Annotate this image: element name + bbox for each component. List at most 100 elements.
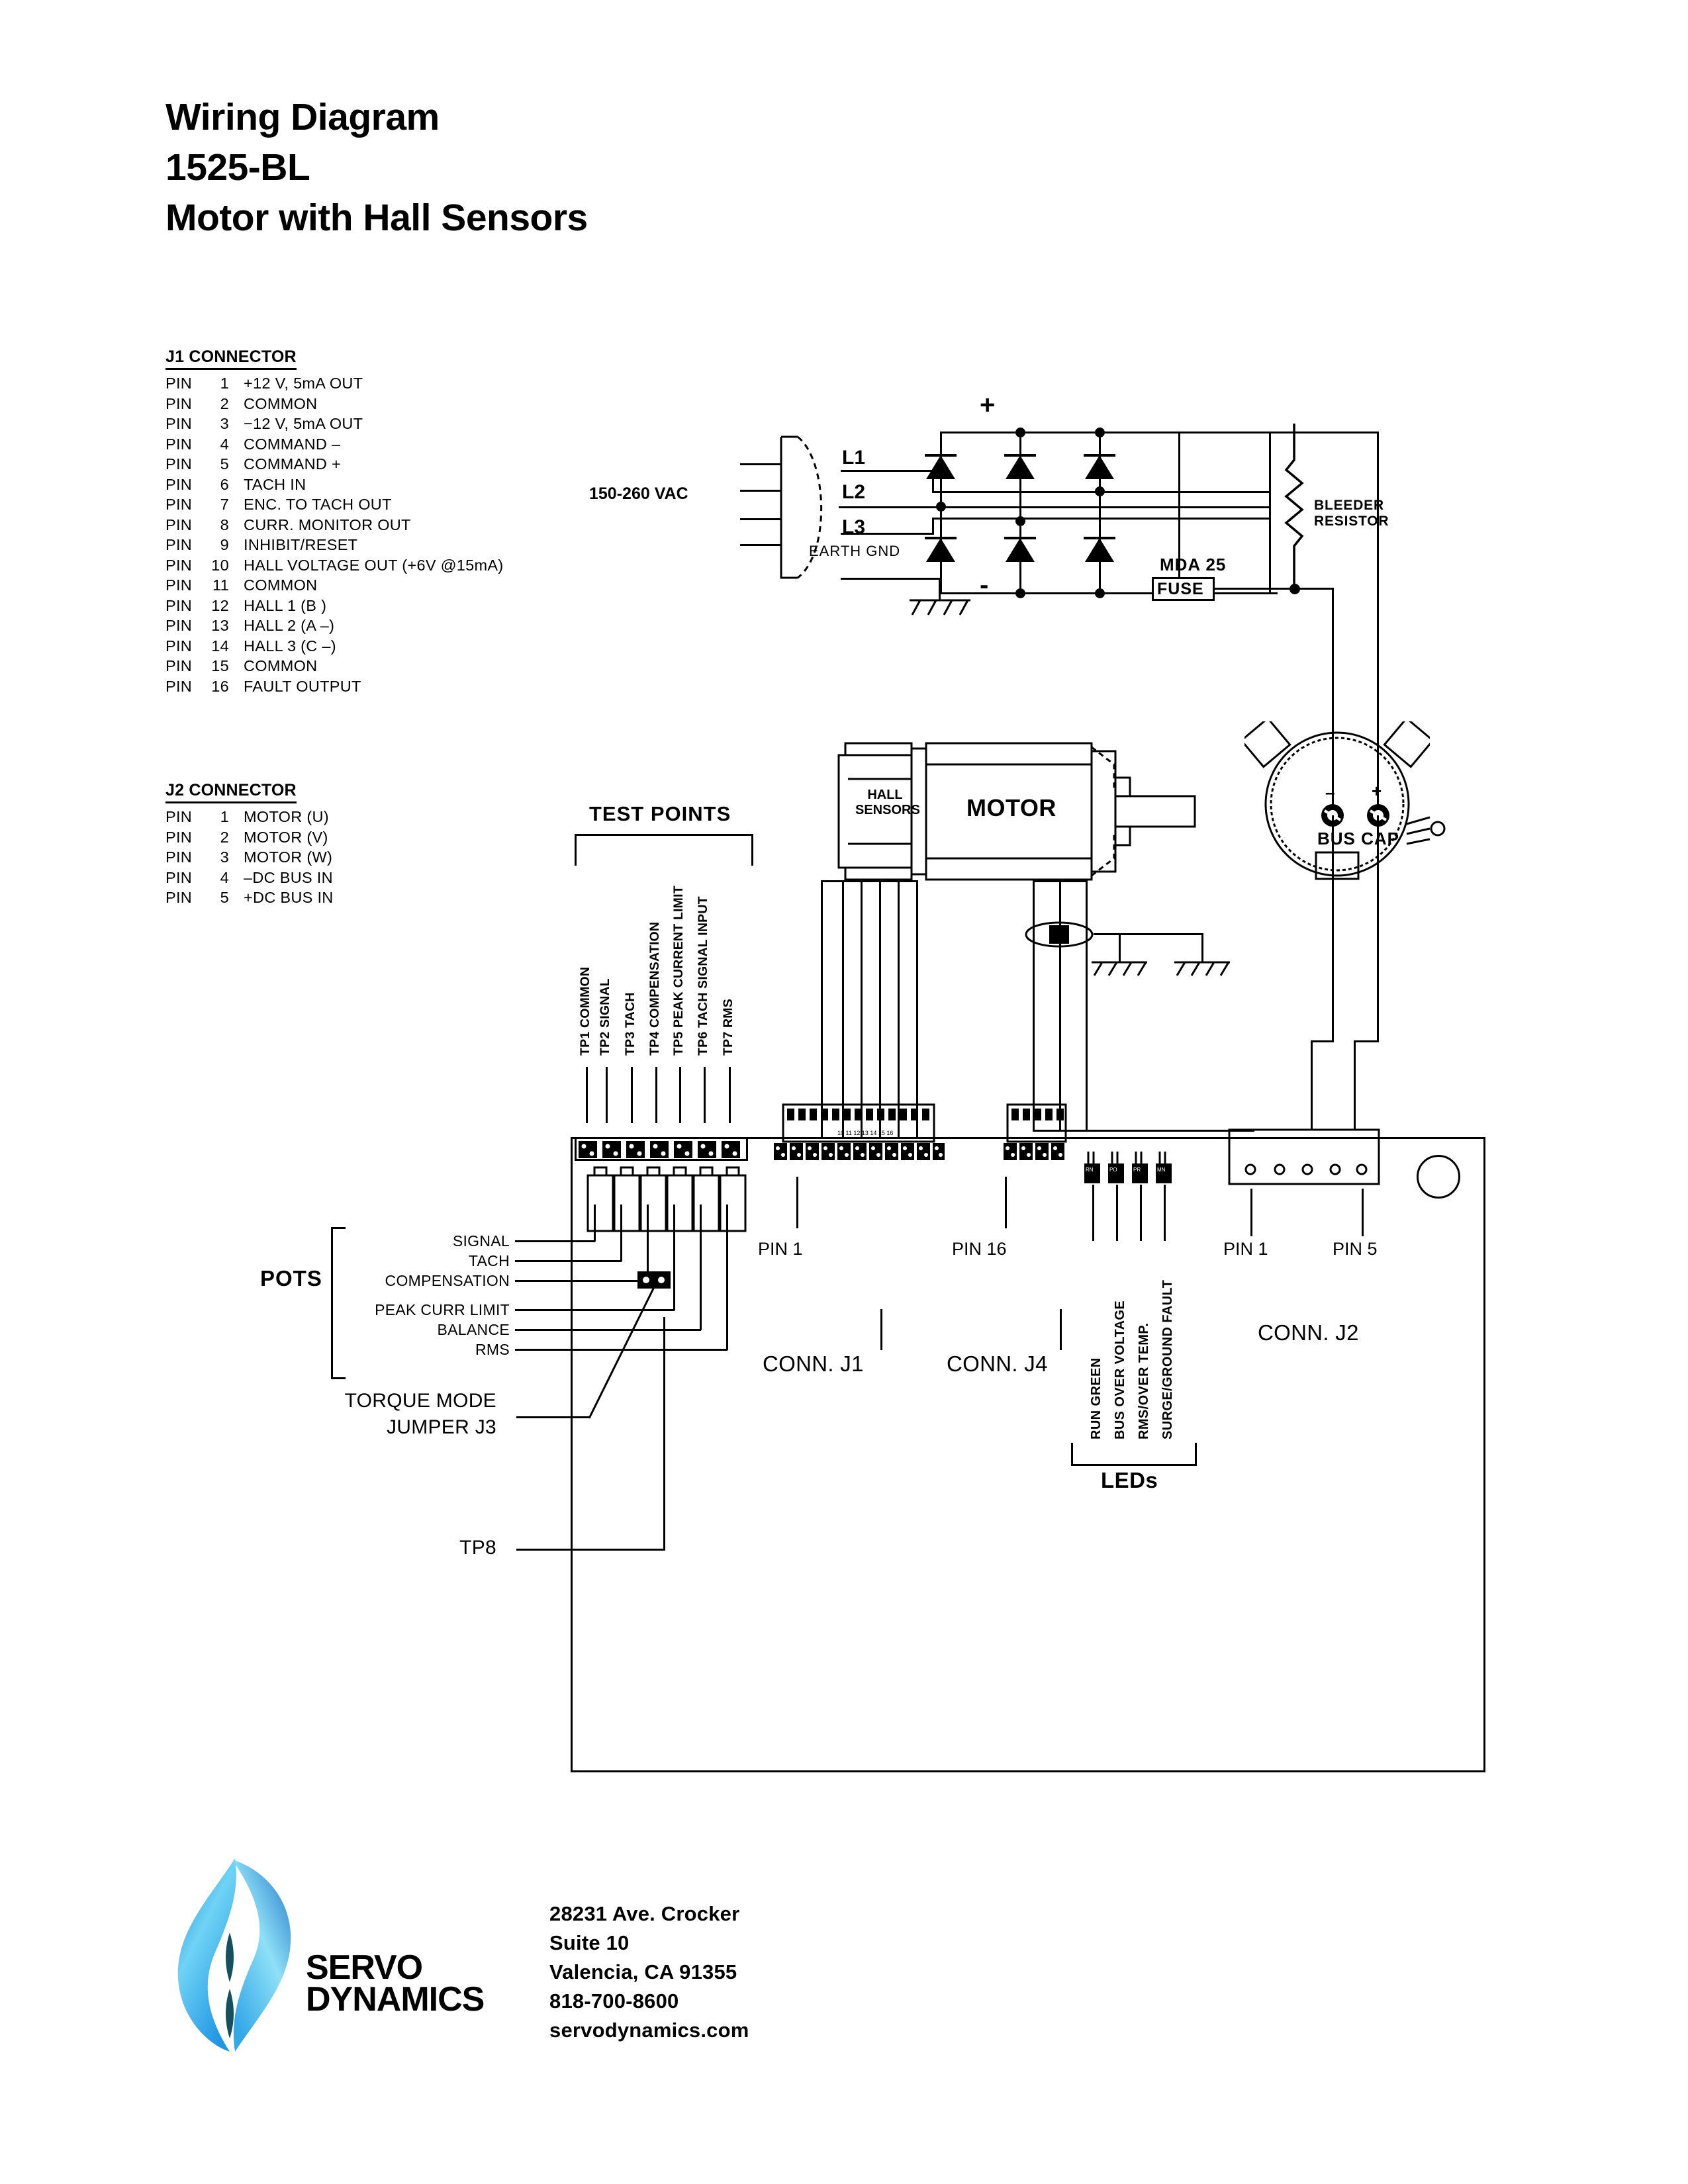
j1-row: PIN 3 −12 V, 5mA OUT (165, 414, 504, 434)
phone-number: 818-700-8600 (549, 1989, 679, 2013)
ground-symbol-2 (1174, 961, 1230, 976)
motor-power-lead-1 (1033, 880, 1035, 1105)
j1-pin-desc: COMMON (244, 657, 318, 674)
tp4-id: TP4 (647, 1031, 662, 1056)
conn-j1-pin16-leader (1005, 1177, 1007, 1228)
j1-bundle-drop-e (898, 1105, 900, 1138)
bus-cap-wire-plus (1377, 815, 1379, 1040)
pots-heading: POTS (260, 1266, 322, 1291)
j1-pin-desc: COMMAND – (244, 435, 341, 453)
hall-label-line2: SENSORS (855, 803, 920, 817)
bus-wire-right (1294, 588, 1334, 590)
conn-j2-pin5-label: PIN 5 (1333, 1239, 1378, 1259)
j1-pin-number: 2 (220, 394, 229, 412)
dc-minus-label: - (980, 570, 989, 600)
j1-row: PIN 9 INHIBIT/RESET (165, 535, 504, 555)
j2-pin-number: 4 (220, 868, 229, 886)
tp2-label: TP2 SIGNAL (598, 978, 613, 1056)
j1-pin-desc: ENC. TO TACH OUT (244, 496, 392, 513)
tp1-lead (586, 1067, 588, 1123)
motor-hall-lead-a (821, 880, 823, 1105)
tp5-lead (679, 1067, 681, 1123)
j1-row: PIN 13 HALL 2 (A –) (165, 615, 504, 636)
j2-pin-word: PIN (165, 828, 193, 846)
pots-bracket-bottom (331, 1377, 346, 1379)
tp2-id: TP2 (598, 1031, 612, 1056)
bleeder-resistor-symbol (1284, 424, 1304, 589)
j1-pin-rows: PIN 1 +12 V, 5mA OUT PIN 2 COMMON PIN 3 −12 V, 5… (165, 373, 504, 696)
j1-pin-word: PIN (165, 435, 193, 453)
conn-j2-pin1-leader (1250, 1189, 1252, 1236)
line-label-l3: L3 (842, 516, 866, 538)
motor-power-lead-3 (1086, 880, 1088, 1105)
leds-heading: LEDs (1101, 1468, 1158, 1492)
hall-label-line1: HALL (867, 788, 903, 802)
l3-wire-c (932, 518, 1270, 520)
tp3-id: TP3 (623, 1031, 637, 1056)
j1-pin-word: PIN (165, 617, 193, 634)
bus-neg-route-h (1311, 1040, 1334, 1042)
j2-connector-list: J2 CONNECTOR PIN 1 MOTOR (U) PIN 2 MOTOR (V) P… (165, 781, 334, 908)
j2-pin-desc: MOTOR (U) (244, 808, 329, 825)
j1-pin-number: 5 (220, 455, 229, 473)
j2-pin-word: PIN (165, 889, 193, 906)
j2-pin-rows: PIN 1 MOTOR (U) PIN 2 MOTOR (V) PIN 3 MOTOR (W) P… (165, 807, 334, 908)
j2-pin-word: PIN (165, 808, 193, 825)
ac-lead-4 (740, 544, 781, 546)
j2-pin-number: 3 (220, 848, 229, 866)
led-label-rms-over-temp: RMS/OVER TEMP. (1137, 1322, 1151, 1439)
tp1-label: TP1 COMMON (578, 967, 593, 1056)
torque-mode-leader-diag (588, 1287, 655, 1419)
pots-bracket-top (331, 1227, 346, 1229)
bus-pos-route-h (1354, 1040, 1379, 1042)
j1-pin-word: PIN (165, 415, 193, 432)
website-url[interactable]: servodynamics.com (549, 2016, 749, 2045)
svg-text:MN: MN (1157, 1167, 1166, 1173)
j1-pin-number: 4 (220, 435, 229, 453)
fuse-part-label: MDA 25 (1160, 555, 1227, 574)
pot-label-tach: TACH (468, 1252, 510, 1269)
j1-pin-number: 11 (212, 576, 229, 594)
pot-label-compensation: COMPENSATION (385, 1272, 510, 1289)
ac-lead-1 (740, 463, 781, 465)
j1-pin-word: PIN (165, 394, 193, 412)
ac-lead-3 (740, 518, 781, 520)
conn-j1-pin1-label: PIN 1 (758, 1239, 803, 1259)
diode-lower-2 (1004, 537, 1036, 562)
led-label-surge-ground-fault: SURGE/GROUND FAULT (1160, 1279, 1175, 1439)
j2-pin-word: PIN (165, 848, 193, 866)
bus-cap-minus-label: – (1325, 782, 1335, 802)
j2-pin-number: 5 (220, 889, 229, 906)
motor-ground-drop-2 (1201, 933, 1203, 963)
pot-bodies (586, 1166, 747, 1232)
j2-pin-desc: +DC BUS IN (244, 889, 334, 906)
j1-pin-word: PIN (165, 576, 193, 594)
bus-cap-wire-minus (1332, 815, 1334, 1040)
tp7-lead (729, 1067, 731, 1123)
j2-motor-drop-2 (1059, 1105, 1061, 1132)
tp3-label: TP3 TACH (623, 992, 638, 1056)
bus-cap-label: BUS CAP (1317, 829, 1400, 848)
bridge-dot-7 (1095, 588, 1105, 598)
line-label-l2: L2 (842, 481, 866, 503)
test-points-heading: TEST POINTS (589, 802, 731, 825)
bridge-dot-3 (936, 502, 946, 512)
diode-upper-1 (925, 454, 957, 479)
pot-leader-peak-v (673, 1205, 675, 1310)
ground-symbol-1 (1092, 961, 1147, 976)
l3-wire-a (841, 533, 933, 535)
fuse-label: FUSE (1157, 580, 1204, 598)
tp2-lead (606, 1067, 608, 1123)
j2-pin-word: PIN (165, 868, 193, 886)
j1-pin-desc: COMMON (244, 394, 318, 412)
title-line-2: 1525-BL (165, 146, 310, 189)
pot-leader-tach-h (515, 1260, 622, 1262)
j1-pin-word: PIN (165, 556, 193, 574)
tp4-text: COMPENSATION (647, 921, 662, 1028)
pot-leader-signal-h (515, 1240, 595, 1242)
bridge-dot-4 (1015, 516, 1025, 526)
diode-lower-3 (1084, 537, 1115, 562)
j2-row: PIN 2 MOTOR (V) (165, 827, 334, 848)
tp4-lead (655, 1067, 657, 1123)
j1-connector-heading: J1 CONNECTOR (165, 347, 297, 370)
